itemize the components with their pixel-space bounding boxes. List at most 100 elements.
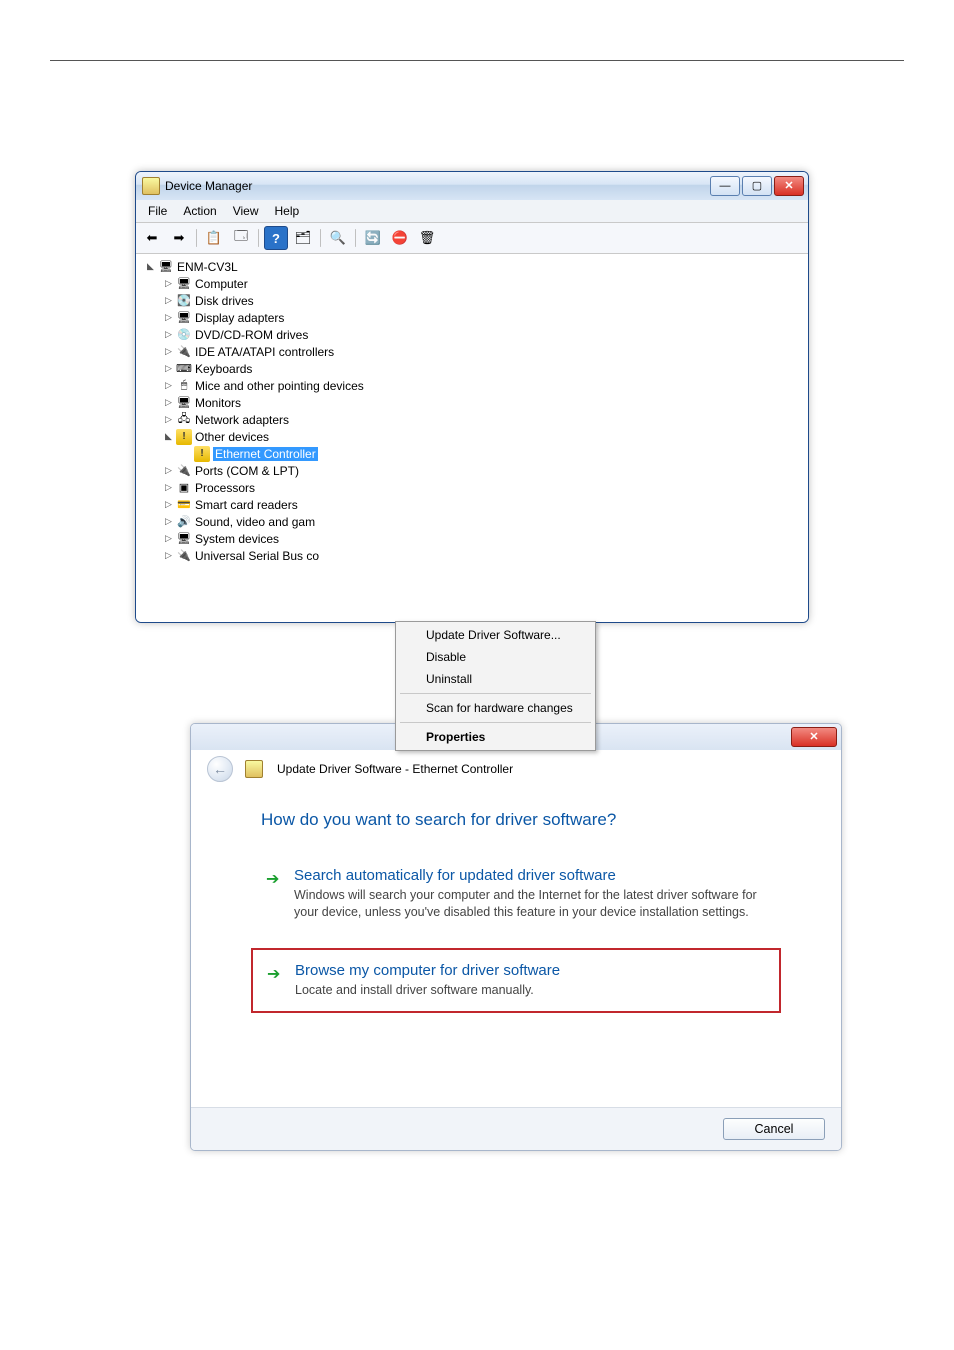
item-label: Smart card readers	[195, 498, 298, 512]
tree-item[interactable]: ▷⌨Keyboards	[160, 360, 806, 377]
expand-icon[interactable]: ▷	[162, 294, 175, 307]
back-icon[interactable]: ⬅	[140, 226, 164, 250]
tree-root[interactable]: ◣ 🖥 ENM-CV3L	[142, 258, 806, 275]
forward-icon[interactable]: ➡	[167, 226, 191, 250]
toolbar: ⬅ ➡ 📋 🗔 ? 🗂 🔍 🔄 ⛔ 🗑	[136, 223, 808, 254]
port-icon: 🔌	[176, 463, 192, 479]
window-titlebar: Device Manager — ▢ ✕	[136, 172, 808, 200]
tree-item[interactable]: ▷🖥Computer	[160, 275, 806, 292]
expand-icon[interactable]: ▷	[162, 549, 175, 562]
arrow-icon: ➔	[266, 867, 282, 921]
tree-item[interactable]: ▷💿DVD/CD-ROM drives	[160, 326, 806, 343]
option-search-auto[interactable]: ➔ Search automatically for updated drive…	[251, 854, 781, 934]
ctx-uninstall[interactable]: Uninstall	[398, 668, 593, 690]
menu-action[interactable]: Action	[175, 202, 224, 220]
ctx-properties[interactable]: Properties	[398, 726, 593, 748]
menu-file[interactable]: File	[140, 202, 175, 220]
menu-help[interactable]: Help	[267, 202, 308, 220]
context-menu: Update Driver Software... Disable Uninst…	[395, 621, 596, 751]
warning-icon: !	[176, 429, 192, 445]
tree-item[interactable]: ▷🖱Mice and other pointing devices	[160, 377, 806, 394]
expand-icon[interactable]: ▷	[162, 362, 175, 375]
show-hidden-icon[interactable]: 📋	[202, 226, 226, 250]
collapse-icon[interactable]: ◣	[162, 430, 175, 443]
root-label: ENM-CV3L	[177, 260, 238, 274]
tree-item[interactable]: ▷🖧Network adapters	[160, 411, 806, 428]
item-label: Monitors	[195, 396, 241, 410]
tree-item[interactable]: ▷🖥Monitors	[160, 394, 806, 411]
item-label: Computer	[195, 277, 248, 291]
update-driver-dialog: ✕ ← Update Driver Software - Ethernet Co…	[190, 723, 842, 1151]
driver-icon	[245, 760, 263, 778]
expand-icon[interactable]: ▷	[162, 396, 175, 409]
cancel-button[interactable]: Cancel	[723, 1118, 825, 1140]
disable-icon[interactable]: ⛔	[388, 226, 412, 250]
expand-icon[interactable]: ▷	[162, 311, 175, 324]
dialog-heading: How do you want to search for driver sof…	[191, 792, 841, 854]
uninstall-icon[interactable]: 🗑	[415, 226, 439, 250]
ctx-scan[interactable]: Scan for hardware changes	[398, 697, 593, 719]
network-icon: 🖧	[176, 412, 192, 428]
dvd-icon: 💿	[176, 327, 192, 343]
option-browse-computer[interactable]: ➔ Browse my computer for driver software…	[251, 948, 781, 1013]
update-icon[interactable]: 🔄	[361, 226, 385, 250]
item-label: IDE ATA/ATAPI controllers	[195, 345, 334, 359]
expand-icon[interactable]: ▷	[162, 277, 175, 290]
item-label: Network adapters	[195, 413, 289, 427]
option-title: Search automatically for updated driver …	[294, 867, 766, 884]
minimize-button[interactable]: —	[710, 176, 740, 196]
expand-icon[interactable]: ▷	[162, 515, 175, 528]
tree-item[interactable]: ▷🖥System devices	[160, 530, 806, 547]
tree-item[interactable]: ▷🔌Ports (COM & LPT)	[160, 462, 806, 479]
cpu-icon: ▣	[176, 480, 192, 496]
tree-item[interactable]: ▷🔊Sound, video and gam	[160, 513, 806, 530]
ctx-disable[interactable]: Disable	[398, 646, 593, 668]
scan-icon[interactable]: 🔍	[326, 226, 350, 250]
sound-icon: 🔊	[176, 514, 192, 530]
tree-item[interactable]: ▷🔌IDE ATA/ATAPI controllers	[160, 343, 806, 360]
separator	[258, 229, 259, 247]
expand-icon[interactable]: ▷	[162, 532, 175, 545]
expand-icon[interactable]: ▷	[162, 379, 175, 392]
tree-item[interactable]: ▷💽Disk drives	[160, 292, 806, 309]
tree-item-other-devices[interactable]: ◣ ! Other devices	[160, 428, 806, 445]
item-label: Ports (COM & LPT)	[195, 464, 299, 478]
ctx-update-driver[interactable]: Update Driver Software...	[398, 624, 593, 646]
expand-icon[interactable]: ▷	[162, 481, 175, 494]
list-icon[interactable]: 🗂	[291, 226, 315, 250]
tree-item[interactable]: ▷🖥Display adapters	[160, 309, 806, 326]
app-icon	[142, 177, 160, 195]
dialog-header: ← Update Driver Software - Ethernet Cont…	[191, 750, 841, 792]
device-tree: ◣ 🖥 ENM-CV3L ▷🖥Computer ▷💽Disk drives ▷🖥…	[136, 254, 808, 622]
separator	[355, 229, 356, 247]
blank-icon	[180, 447, 193, 460]
help-icon[interactable]: ?	[264, 226, 288, 250]
close-button[interactable]: ✕	[791, 727, 837, 747]
expand-icon[interactable]: ▷	[162, 464, 175, 477]
keyboard-icon: ⌨	[176, 361, 192, 377]
expand-icon[interactable]: ▷	[162, 328, 175, 341]
back-button[interactable]: ←	[207, 756, 233, 782]
tree-item[interactable]: ▷▣Processors	[160, 479, 806, 496]
dialog-title: Update Driver Software - Ethernet Contro…	[277, 762, 513, 776]
tree-item[interactable]: ▷💳Smart card readers	[160, 496, 806, 513]
item-label: Mice and other pointing devices	[195, 379, 364, 393]
window-title: Device Manager	[165, 179, 252, 193]
expand-icon[interactable]: ▷	[162, 498, 175, 511]
collapse-icon[interactable]: ◣	[144, 260, 157, 273]
expand-icon[interactable]: ▷	[162, 345, 175, 358]
close-button[interactable]: ✕	[774, 176, 804, 196]
item-label: DVD/CD-ROM drives	[195, 328, 308, 342]
separator	[320, 229, 321, 247]
item-label: Sound, video and gam	[195, 515, 315, 529]
item-label: Ethernet Controller	[213, 447, 318, 461]
item-label: Keyboards	[195, 362, 252, 376]
item-label: Other devices	[195, 430, 269, 444]
option-desc: Windows will search your computer and th…	[294, 887, 766, 921]
tree-item[interactable]: ▷🔌Universal Serial Bus co	[160, 547, 806, 564]
properties-icon[interactable]: 🗔	[229, 226, 253, 250]
menu-view[interactable]: View	[225, 202, 267, 220]
maximize-button[interactable]: ▢	[742, 176, 772, 196]
tree-item-ethernet-controller[interactable]: ! Ethernet Controller	[178, 445, 806, 462]
expand-icon[interactable]: ▷	[162, 413, 175, 426]
